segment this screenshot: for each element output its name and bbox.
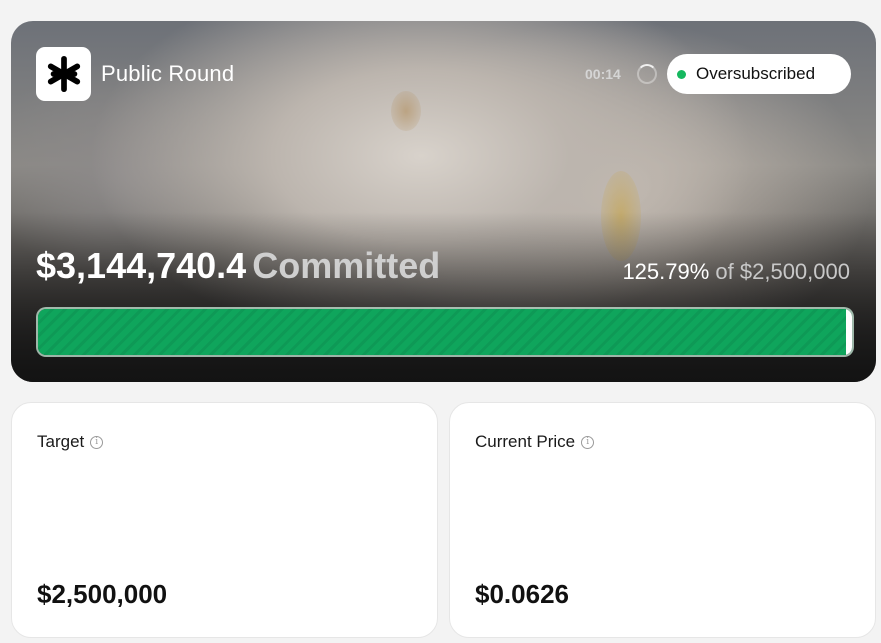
committed-label: Committed: [252, 245, 441, 286]
current-price-card: Current Price i $0.0626: [449, 402, 876, 638]
countdown-timer: 00:14: [585, 66, 621, 82]
percent-value: 125.79%: [622, 259, 710, 284]
funding-progress-bar: [36, 307, 854, 357]
price-label: Current Price: [475, 432, 576, 451]
info-icon[interactable]: i: [90, 435, 104, 449]
committed-amount: $3,144,740.4: [36, 245, 247, 286]
refresh-spinner-icon: [637, 64, 657, 84]
target-value: $2,500,000: [37, 579, 168, 609]
asterisk-star-icon: [47, 55, 80, 93]
of-target-label: of $2,500,000: [715, 259, 850, 284]
status-dot-icon: [677, 69, 686, 79]
project-logo: [36, 47, 91, 101]
percent-of-target: 125.79% of $2,500,000: [622, 259, 850, 285]
status-label: Oversubscribed: [696, 64, 816, 83]
price-label-row: Current Price i: [475, 432, 595, 452]
sale-hero-banner: Public Round 00:14 Oversubscribed $3,144…: [11, 21, 876, 382]
target-label: Target: [37, 432, 85, 451]
progress-end-marker: [846, 309, 852, 355]
round-title: Public Round: [101, 61, 235, 86]
hero-image-texture: [391, 91, 421, 131]
target-card: Target i $2,500,000: [11, 402, 438, 638]
progress-fill: [38, 309, 852, 355]
price-value: $0.0626: [475, 579, 569, 609]
status-badge: Oversubscribed: [667, 54, 851, 94]
committed-summary: $3,144,740.4 Committed: [36, 245, 440, 287]
target-label-row: Target i: [37, 432, 104, 452]
info-icon[interactable]: i: [581, 435, 595, 449]
